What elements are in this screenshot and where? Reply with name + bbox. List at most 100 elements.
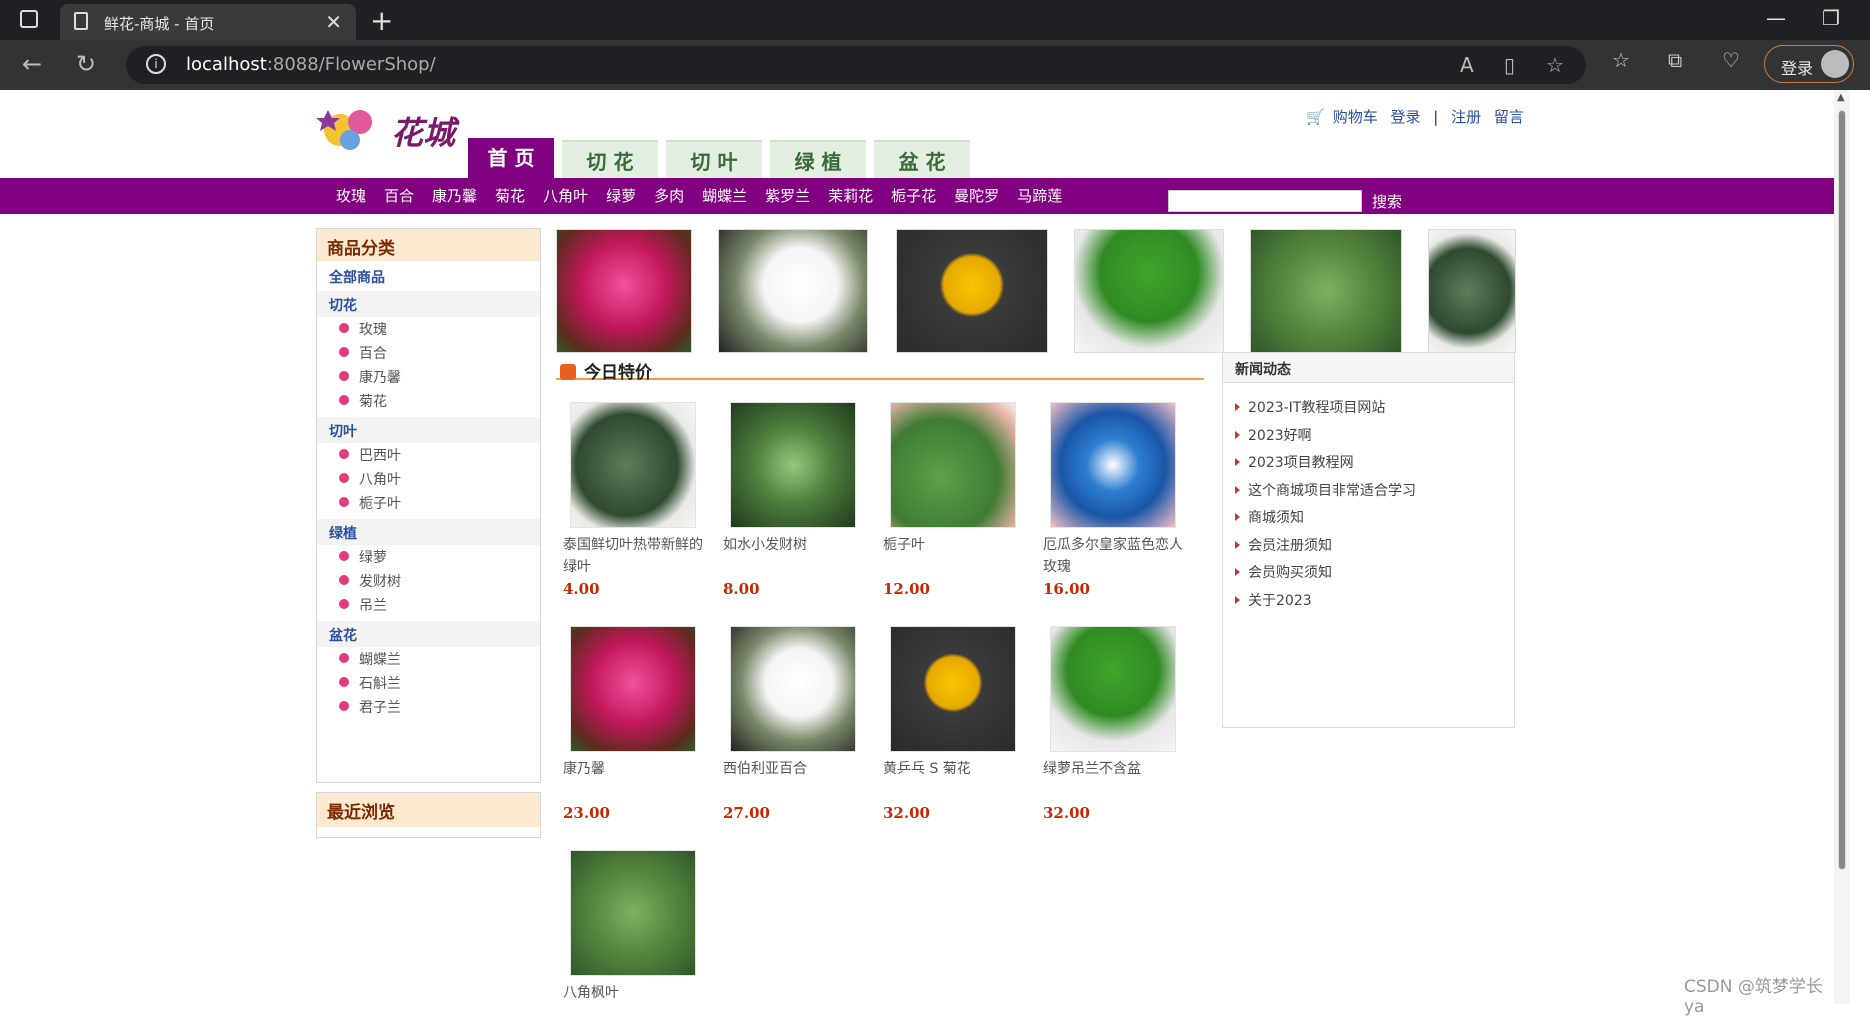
category-link[interactable]: 绿萝 — [606, 187, 636, 205]
sidebar-group[interactable]: 切花 — [317, 291, 540, 317]
news-item[interactable]: 会员注册须知 — [1235, 535, 1332, 555]
cart-icon[interactable]: 🛒 — [1306, 108, 1325, 126]
banner-image-heart-leaf[interactable] — [1428, 229, 1516, 353]
sidebar-item[interactable]: 康乃馨 — [339, 367, 401, 387]
sidebar-item[interactable]: 栀子叶 — [339, 493, 401, 513]
search-button[interactable]: 搜索 — [1372, 191, 1402, 212]
product-name[interactable]: 西伯利亚百合 — [723, 758, 868, 780]
category-link[interactable]: 菊花 — [495, 187, 525, 205]
category-link[interactable]: 蝴蝶兰 — [702, 187, 747, 205]
new-tab-icon[interactable]: + — [370, 4, 393, 37]
read-aloud-icon[interactable]: A — [1460, 53, 1474, 77]
product-image[interactable] — [1050, 626, 1176, 752]
scrollbar-thumb[interactable] — [1838, 110, 1846, 870]
banner-image-leaves[interactable] — [1250, 229, 1402, 353]
browser-profile-button[interactable]: 登录 — [1764, 45, 1854, 83]
banner-image-rose[interactable] — [556, 229, 692, 353]
browser-tab[interactable]: 鲜花-商城 - 首页 ✕ — [60, 4, 356, 40]
info-icon[interactable]: i — [146, 54, 166, 74]
product-name[interactable]: 如水小发财树 — [723, 534, 868, 556]
tab-cut-flowers[interactable]: 切 花 — [562, 140, 658, 180]
category-link[interactable]: 康乃馨 — [432, 187, 477, 205]
category-link[interactable]: 茉莉花 — [828, 187, 873, 205]
scroll-up-icon[interactable]: ▲ — [1837, 92, 1845, 103]
reload-icon[interactable]: ↻ — [76, 50, 96, 78]
banner-image-lily[interactable] — [718, 229, 868, 353]
close-tab-icon[interactable]: ✕ — [325, 10, 342, 34]
cart-link[interactable]: 购物车 — [1333, 108, 1378, 126]
performance-icon[interactable]: ♡ — [1722, 48, 1740, 72]
category-link[interactable]: 栀子花 — [891, 187, 936, 205]
category-link[interactable]: 紫罗兰 — [765, 187, 810, 205]
sidebar-item-all[interactable]: 全部商品 — [317, 263, 540, 289]
sidebar-item[interactable]: 八角叶 — [339, 469, 401, 489]
page-scrollbar[interactable]: ▲ — [1834, 90, 1850, 1004]
message-link[interactable]: 留言 — [1494, 108, 1524, 126]
product-name[interactable]: 绿萝吊兰不含盆 — [1043, 758, 1188, 780]
tab-potted-flowers[interactable]: 盆 花 — [874, 140, 970, 180]
sidebar-item[interactable]: 菊花 — [339, 391, 387, 411]
product-name[interactable]: 八角枫叶 — [563, 982, 708, 1004]
news-item[interactable]: 2023好啊 — [1235, 425, 1312, 445]
favorites-icon[interactable]: ☆ — [1612, 48, 1630, 72]
news-item[interactable]: 这个商城项目非常适合学习 — [1235, 480, 1416, 500]
product-name[interactable]: 栀子叶 — [883, 534, 1028, 556]
product-image[interactable] — [570, 850, 696, 976]
login-link[interactable]: 登录 — [1390, 108, 1420, 126]
register-link[interactable]: 注册 — [1451, 108, 1481, 126]
sidebar-item-label: 玫瑰 — [359, 322, 387, 338]
category-link[interactable]: 多肉 — [654, 187, 684, 205]
minimize-icon[interactable]: — — [1766, 6, 1786, 30]
sidebar-item[interactable]: 石斛兰 — [339, 673, 401, 693]
tab-home[interactable]: 首 页 — [468, 138, 554, 180]
sidebar-item[interactable]: 发财树 — [339, 571, 401, 591]
news-item[interactable]: 会员购买须知 — [1235, 562, 1332, 582]
product-image[interactable] — [890, 402, 1016, 528]
news-item[interactable]: 2023项目教程网 — [1235, 452, 1354, 472]
news-item[interactable]: 关于2023 — [1235, 590, 1312, 610]
sidebar-group[interactable]: 盆花 — [317, 621, 540, 647]
sidebar-item[interactable]: 蝴蝶兰 — [339, 649, 401, 669]
product-name[interactable]: 黄乒乓 S 菊花 — [883, 758, 1028, 780]
product-image[interactable] — [890, 626, 1016, 752]
sidebar-toggle-icon[interactable] — [20, 10, 38, 28]
tab-cut-leaves[interactable]: 切 叶 — [666, 140, 762, 180]
product-image[interactable] — [730, 402, 856, 528]
url-field[interactable]: i localhost:8088/FlowerShop/ A ▯ ☆ — [126, 46, 1586, 84]
banner-image-pothos[interactable] — [1074, 229, 1224, 353]
restore-icon[interactable]: ❐ — [1822, 6, 1840, 30]
product-name[interactable]: 康乃馨 — [563, 758, 708, 780]
split-screen-icon[interactable]: ▯ — [1504, 53, 1515, 77]
bullet-icon — [339, 701, 349, 711]
product-image[interactable] — [730, 626, 856, 752]
add-favorite-icon[interactable]: ☆ — [1546, 53, 1564, 77]
sidebar-item[interactable]: 巴西叶 — [339, 445, 401, 465]
tab-green-plants[interactable]: 绿 植 — [770, 140, 866, 180]
sidebar-group[interactable]: 绿植 — [317, 519, 540, 545]
back-icon[interactable]: ← — [22, 50, 42, 78]
sidebar-item[interactable]: 百合 — [339, 343, 387, 363]
search-input[interactable] — [1168, 190, 1362, 212]
product-price: 8.00 — [723, 580, 760, 598]
product-name[interactable]: 厄瓜多尔皇家蓝色恋人玫瑰 — [1043, 534, 1188, 578]
banner-image-chrysanthemum[interactable] — [896, 229, 1048, 353]
sidebar-item[interactable]: 绿萝 — [339, 547, 387, 567]
sidebar-item[interactable]: 吊兰 — [339, 595, 387, 615]
news-item[interactable]: 2023-IT教程项目网站 — [1235, 397, 1385, 417]
category-link[interactable]: 八角叶 — [543, 187, 588, 205]
collections-icon[interactable]: ⧉ — [1668, 48, 1682, 72]
product-name[interactable]: 泰国鲜切叶热带新鲜的绿叶 — [563, 534, 708, 578]
product-image[interactable] — [570, 626, 696, 752]
sidebar-item[interactable]: 玫瑰 — [339, 319, 387, 339]
category-link[interactable]: 马蹄莲 — [1017, 187, 1062, 205]
sidebar-group[interactable]: 切叶 — [317, 417, 540, 443]
news-item-label: 关于2023 — [1248, 592, 1312, 609]
category-link[interactable]: 玫瑰 — [336, 187, 366, 205]
sidebar-item[interactable]: 君子兰 — [339, 697, 401, 717]
category-link[interactable]: 百合 — [384, 187, 414, 205]
category-link[interactable]: 曼陀罗 — [954, 187, 999, 205]
product-image[interactable] — [570, 402, 696, 528]
product-image[interactable] — [1050, 402, 1176, 528]
site-logo[interactable]: 花城 — [316, 100, 466, 155]
news-item[interactable]: 商城须知 — [1235, 507, 1304, 527]
